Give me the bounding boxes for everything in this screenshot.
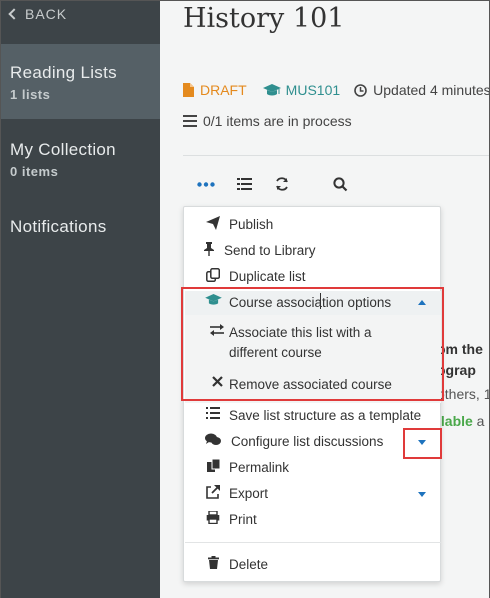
- list-toolbar: [195, 173, 367, 195]
- menu-item-label: Export: [229, 486, 269, 501]
- menu-item-publish[interactable]: Publish: [200, 215, 456, 235]
- menu-item-label-line1: Associate this list with a: [229, 325, 372, 340]
- sidebar-item-reading-lists[interactable]: Reading Lists 1 lists: [1, 44, 160, 119]
- course-code: MUS101: [285, 82, 341, 98]
- menu-item-label: Remove associated course: [229, 377, 392, 392]
- link-icon: [206, 459, 220, 472]
- text-cursor: [320, 293, 321, 309]
- updated-info: Updated 4 minutes: [354, 82, 489, 98]
- refresh-icon: [276, 177, 288, 191]
- menu-item-associate-different-course[interactable]: Associate this list with a different cour…: [204, 323, 460, 363]
- more-actions-button[interactable]: [195, 173, 217, 195]
- sidebar-item-notifications[interactable]: Notifications: [1, 208, 160, 237]
- menu-item-label: Save list structure as a template: [229, 408, 422, 423]
- back-link[interactable]: BACK: [8, 6, 68, 22]
- copy-icon: [206, 268, 220, 282]
- sidebar-item-my-collection[interactable]: My Collection 0 items: [1, 131, 160, 179]
- menu-item-label: Delete: [229, 557, 269, 572]
- menu-item-label: Permalink: [229, 460, 290, 475]
- sidebar-item-label: Notifications: [10, 217, 107, 236]
- course-link[interactable]: MUS101: [262, 82, 341, 98]
- process-text: 0/1 items are in process: [203, 113, 352, 129]
- divider: [183, 155, 489, 156]
- menu-item-label: Publish: [229, 217, 274, 232]
- menu-item-label: Duplicate list: [229, 269, 306, 284]
- menu-item-label: Configure list discussions: [231, 434, 384, 449]
- status-text: DRAFT: [200, 82, 247, 98]
- menu-item-export[interactable]: Export: [200, 484, 440, 504]
- status-badge: DRAFT: [183, 82, 247, 98]
- trash-icon: [207, 556, 219, 569]
- menu-item-configure-discussions[interactable]: Configure list discussions: [200, 432, 440, 452]
- chevron-left-icon: [8, 8, 20, 20]
- file-icon: [183, 83, 194, 97]
- list-icon: [183, 115, 197, 127]
- back-label: BACK: [25, 6, 68, 22]
- updated-text: Updated 4 minutes: [373, 82, 489, 98]
- print-icon: [206, 511, 220, 524]
- menu-divider: [185, 542, 441, 543]
- menu-item-label: Send to Library: [224, 243, 316, 258]
- caret-down-icon[interactable]: [418, 440, 426, 445]
- exchange-icon: [210, 324, 224, 336]
- menu-item-save-template[interactable]: Save list structure as a template: [200, 406, 456, 426]
- menu-item-permalink[interactable]: Permalink: [200, 458, 456, 478]
- menu-item-delete[interactable]: Delete: [200, 555, 456, 575]
- times-icon: [211, 376, 223, 387]
- search-button[interactable]: [329, 173, 351, 195]
- menu-item-duplicate-list[interactable]: Duplicate list: [200, 267, 456, 287]
- page-title: History 101: [183, 3, 345, 34]
- menu-item-print[interactable]: Print: [200, 510, 456, 530]
- search-icon: [332, 176, 347, 191]
- graduation-cap-icon: [262, 83, 281, 95]
- sidebar-item-label: My Collection: [10, 140, 116, 159]
- share-icon: [206, 485, 220, 499]
- caret-up-icon[interactable]: [418, 300, 426, 305]
- menu-item-send-to-library[interactable]: Send to Library: [196, 241, 452, 261]
- menu-item-remove-associated-course[interactable]: Remove associated course: [204, 375, 460, 395]
- clock-icon: [354, 83, 367, 97]
- menu-item-label: Print: [229, 512, 257, 527]
- list-icon: [236, 178, 252, 190]
- list-meta: DRAFT MUS101 Updated 4 minutes: [183, 82, 489, 98]
- sidebar: BACK Reading Lists 1 lists My Collection…: [1, 1, 160, 598]
- comments-icon: [205, 433, 221, 445]
- list-actions-menu: Publish Send to Library Duplicate list C…: [183, 206, 441, 582]
- sidebar-item-count: 1 lists: [10, 87, 51, 102]
- sidebar-item-count: 0 items: [10, 164, 59, 179]
- menu-item-label: Course association options: [229, 295, 392, 310]
- paper-plane-icon: [206, 216, 220, 230]
- menu-item-label: Associate this list with a different cour…: [229, 323, 372, 363]
- ellipsis-icon: [197, 181, 215, 187]
- refresh-button[interactable]: [271, 173, 293, 195]
- caret-down-icon[interactable]: [418, 492, 426, 497]
- menu-item-label-line2: different course: [229, 345, 322, 360]
- pin-icon: [204, 242, 214, 256]
- graduation-cap-icon: [204, 294, 222, 305]
- list-ol-icon: [206, 407, 220, 419]
- availability-suffix: a: [472, 413, 485, 429]
- list-view-button[interactable]: [233, 173, 255, 195]
- sidebar-item-label: Reading Lists: [10, 63, 117, 82]
- process-status: 0/1 items are in process: [183, 113, 352, 129]
